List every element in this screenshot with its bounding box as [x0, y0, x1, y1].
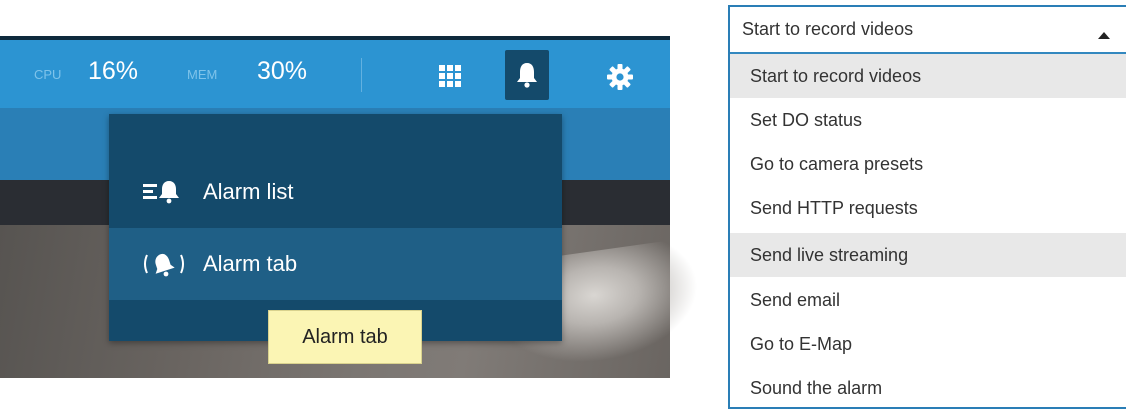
option-send-live-streaming[interactable]: Send live streaming: [730, 233, 1126, 277]
mem-value: 30%: [257, 57, 308, 85]
option-go-to-e-map[interactable]: Go to E-Map: [730, 322, 1126, 366]
bell-icon: [517, 63, 537, 88]
tooltip: Alarm tab: [268, 310, 422, 364]
notification-button[interactable]: [505, 50, 549, 100]
alarm-dropdown-menu: Alarm list Alarm tab: [109, 114, 562, 341]
caret-up-icon: [1098, 26, 1110, 44]
select-current-value: Start to record videos: [742, 19, 914, 39]
option-label: Go to E-Map: [750, 333, 853, 354]
option-send-http-requests[interactable]: Send HTTP requests: [730, 186, 1126, 230]
option-sound-the-alarm[interactable]: Sound the alarm: [730, 366, 1126, 410]
option-label: Start to record videos: [750, 65, 922, 86]
option-label: Send HTTP requests: [750, 197, 918, 218]
option-label: Set DO status: [750, 109, 863, 130]
menu-item-label: Alarm tab: [203, 251, 298, 276]
topbar-divider: [361, 58, 362, 92]
gear-icon[interactable]: [605, 62, 635, 92]
option-set-do-status[interactable]: Set DO status: [730, 98, 1126, 142]
camera-view-panel: CPU 16% MEM 30% Alarm list Alarm tab Ala…: [0, 0, 707, 414]
option-label: Send email: [750, 289, 841, 310]
alarm-list-icon: [143, 179, 203, 205]
cpu-label: CPU: [34, 67, 62, 82]
option-go-to-camera-presets[interactable]: Go to camera presets: [730, 142, 1126, 186]
option-label: Send live streaming: [750, 244, 909, 265]
alarm-tab-icon: [143, 251, 203, 277]
option-label: Go to camera presets: [750, 153, 924, 174]
mem-label: MEM: [187, 67, 218, 82]
menu-item-alarm-list[interactable]: Alarm list: [109, 156, 562, 228]
action-select[interactable]: Start to record videos: [730, 7, 1126, 54]
menu-item-alarm-tab[interactable]: Alarm tab: [109, 228, 562, 300]
menu-item-label: Alarm list: [203, 179, 294, 204]
option-send-email[interactable]: Send email: [730, 278, 1126, 322]
cpu-value: 16%: [88, 57, 139, 85]
option-start-to-record-videos[interactable]: Start to record videos: [730, 54, 1126, 98]
action-select-dropdown: Start to record videos Start to record v…: [728, 5, 1126, 409]
apps-grid-icon[interactable]: [436, 62, 464, 90]
top-status-bar: CPU 16% MEM 30%: [0, 36, 670, 108]
option-label: Sound the alarm: [750, 377, 883, 398]
